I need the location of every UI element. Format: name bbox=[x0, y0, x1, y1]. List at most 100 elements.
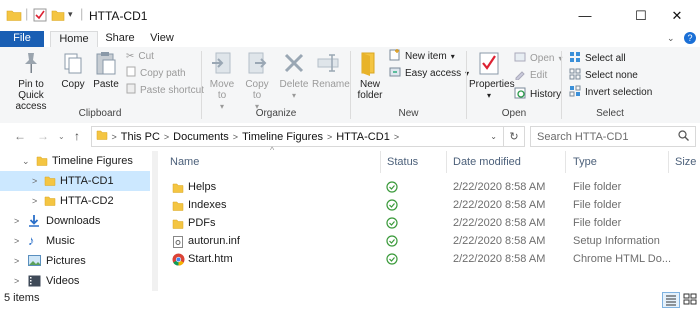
synced-check-icon bbox=[386, 253, 398, 268]
new-folder-qat-icon[interactable] bbox=[51, 8, 65, 25]
nav-item-pictures[interactable]: > Pictures bbox=[0, 251, 150, 271]
breadcrumb-documents[interactable]: Documents bbox=[173, 131, 229, 143]
copy-to-label: Copy to bbox=[245, 79, 269, 101]
qat-dropdown-icon[interactable]: ▾ bbox=[68, 9, 73, 20]
column-divider[interactable] bbox=[380, 151, 381, 173]
nav-item-timeline-figures[interactable]: ⌄ Timeline Figures bbox=[0, 151, 150, 171]
recent-locations-chevron-icon[interactable]: ⌄ bbox=[58, 132, 65, 141]
edit-button[interactable]: Edit bbox=[514, 69, 547, 83]
copy-button[interactable]: Copy bbox=[60, 47, 86, 90]
select-group-label: Select bbox=[596, 108, 624, 119]
back-arrow-icon[interactable]: ← bbox=[14, 129, 26, 143]
open-label: Open bbox=[530, 53, 555, 64]
column-divider[interactable] bbox=[565, 151, 566, 173]
synced-check-icon bbox=[386, 217, 398, 232]
invert-selection-button[interactable]: Invert selection bbox=[569, 85, 652, 100]
nav-item-videos[interactable]: > Videos bbox=[0, 271, 150, 291]
search-input[interactable]: Search HTTA-CD1 bbox=[530, 126, 696, 147]
breadcrumb-chevron-icon[interactable]: > bbox=[327, 132, 332, 142]
nav-item-music[interactable]: > ♪ Music bbox=[0, 231, 150, 251]
move-to-button[interactable]: Move to ▾ bbox=[206, 47, 238, 112]
nav-item-label: Timeline Figures bbox=[52, 155, 133, 167]
rename-icon bbox=[312, 47, 344, 79]
file-row[interactable]: autorun.inf 2/22/2020 8:58 AM Setup Info… bbox=[162, 233, 700, 251]
breadcrumb-chevron-icon[interactable]: > bbox=[233, 132, 238, 142]
breadcrumb-timeline-figures[interactable]: Timeline Figures bbox=[242, 131, 323, 143]
column-divider[interactable] bbox=[446, 151, 447, 173]
folder-icon bbox=[36, 155, 48, 170]
address-dropdown-icon[interactable]: ⌄ bbox=[490, 132, 497, 141]
close-button[interactable]: ✕ bbox=[654, 0, 700, 31]
breadcrumb-chevron-icon[interactable]: > bbox=[164, 132, 169, 142]
select-all-button[interactable]: Select all bbox=[569, 51, 626, 66]
column-header-type[interactable]: Type bbox=[573, 151, 668, 173]
expand-chevron-icon[interactable]: > bbox=[14, 236, 19, 246]
column-header-date-modified[interactable]: Date modified bbox=[453, 151, 563, 173]
delete-button[interactable]: Delete ▾ bbox=[278, 47, 310, 101]
folder-icon bbox=[172, 218, 184, 233]
breadcrumb-htta-cd1[interactable]: HTTA-CD1 bbox=[336, 131, 390, 143]
rename-button[interactable]: Rename bbox=[312, 47, 350, 90]
tab-file[interactable]: File bbox=[0, 31, 44, 47]
address-bar[interactable]: > This PC > Documents > Timeline Figures… bbox=[91, 126, 525, 147]
nav-scrollbar[interactable] bbox=[152, 151, 158, 291]
new-folder-button[interactable]: New folder bbox=[354, 47, 386, 101]
column-header-name[interactable]: Name bbox=[170, 151, 380, 173]
file-name: Indexes bbox=[188, 199, 227, 211]
breadcrumb-chevron-icon[interactable]: > bbox=[394, 132, 399, 142]
file-name: autorun.inf bbox=[188, 235, 240, 247]
pictures-icon bbox=[28, 255, 41, 270]
paste-button[interactable]: Paste bbox=[92, 47, 120, 90]
pin-to-quick-access-button[interactable]: Pin to Quick access bbox=[6, 47, 56, 112]
expand-chevron-icon[interactable]: > bbox=[32, 196, 37, 206]
properties-button[interactable]: Properties ▾ bbox=[469, 47, 515, 101]
select-none-button[interactable]: Select none bbox=[569, 68, 638, 83]
file-name: Helps bbox=[188, 181, 217, 193]
expand-chevron-icon[interactable]: > bbox=[14, 276, 19, 286]
expand-chevron-icon[interactable]: > bbox=[32, 176, 37, 186]
expand-chevron-icon[interactable]: > bbox=[14, 256, 19, 266]
details-view-icon[interactable] bbox=[662, 292, 680, 308]
properties-check-icon[interactable] bbox=[33, 8, 47, 25]
file-row[interactable]: Start.htm 2/22/2020 8:58 AM Chrome HTML … bbox=[162, 251, 700, 269]
large-icons-view-icon[interactable] bbox=[682, 292, 698, 306]
help-icon[interactable]: ? bbox=[684, 32, 696, 44]
copy-icon bbox=[60, 47, 86, 79]
download-icon bbox=[28, 214, 40, 230]
tab-view[interactable]: View bbox=[142, 31, 182, 47]
select-all-label: Select all bbox=[585, 53, 626, 64]
paste-shortcut-button[interactable]: Paste shortcut bbox=[126, 83, 204, 98]
qat-separator: | bbox=[80, 6, 84, 21]
column-divider[interactable] bbox=[668, 151, 669, 173]
file-row[interactable]: Helps 2/22/2020 8:58 AM File folder bbox=[162, 179, 700, 197]
easy-access-button[interactable]: Easy access ▾ bbox=[389, 67, 469, 81]
breadcrumb-this-pc[interactable]: This PC bbox=[121, 131, 160, 143]
nav-item-htta-cd1[interactable]: > HTTA-CD1 bbox=[0, 171, 150, 191]
synced-check-icon bbox=[386, 181, 398, 196]
history-button[interactable]: History bbox=[514, 87, 561, 102]
copy-path-button[interactable]: Copy path bbox=[126, 66, 186, 81]
up-arrow-icon[interactable]: ↑ bbox=[74, 129, 80, 143]
open-button[interactable]: Open ▾ bbox=[514, 52, 562, 66]
tab-share[interactable]: Share bbox=[100, 31, 140, 47]
column-header-status[interactable]: Status bbox=[387, 151, 447, 173]
file-row[interactable]: Indexes 2/22/2020 8:58 AM File folder bbox=[162, 197, 700, 215]
expand-chevron-icon[interactable]: ⌄ bbox=[22, 156, 30, 167]
nav-item-htta-cd2[interactable]: > HTTA-CD2 bbox=[0, 191, 150, 211]
new-item-button[interactable]: New item ▾ bbox=[389, 48, 455, 66]
forward-arrow-icon[interactable]: → bbox=[37, 129, 49, 143]
new-item-icon bbox=[389, 48, 401, 66]
refresh-icon[interactable]: ↻ bbox=[503, 127, 524, 146]
file-row[interactable]: PDFs 2/22/2020 8:58 AM File folder bbox=[162, 215, 700, 233]
column-header-size[interactable]: Size bbox=[675, 151, 700, 173]
nav-item-downloads[interactable]: > Downloads bbox=[0, 211, 150, 231]
expand-chevron-icon[interactable]: > bbox=[14, 216, 19, 226]
organize-group-label: Organize bbox=[255, 108, 297, 119]
minimize-button[interactable]: — bbox=[562, 0, 608, 31]
ribbon-collapse-icon[interactable]: ⌄ bbox=[667, 33, 675, 44]
cut-button[interactable]: ✂ Cut bbox=[126, 50, 154, 64]
copy-to-button[interactable]: Copy to ▾ bbox=[242, 47, 272, 112]
folder-icon bbox=[172, 200, 184, 215]
move-to-label: Move to bbox=[209, 79, 235, 101]
tab-home[interactable]: Home bbox=[50, 31, 98, 48]
